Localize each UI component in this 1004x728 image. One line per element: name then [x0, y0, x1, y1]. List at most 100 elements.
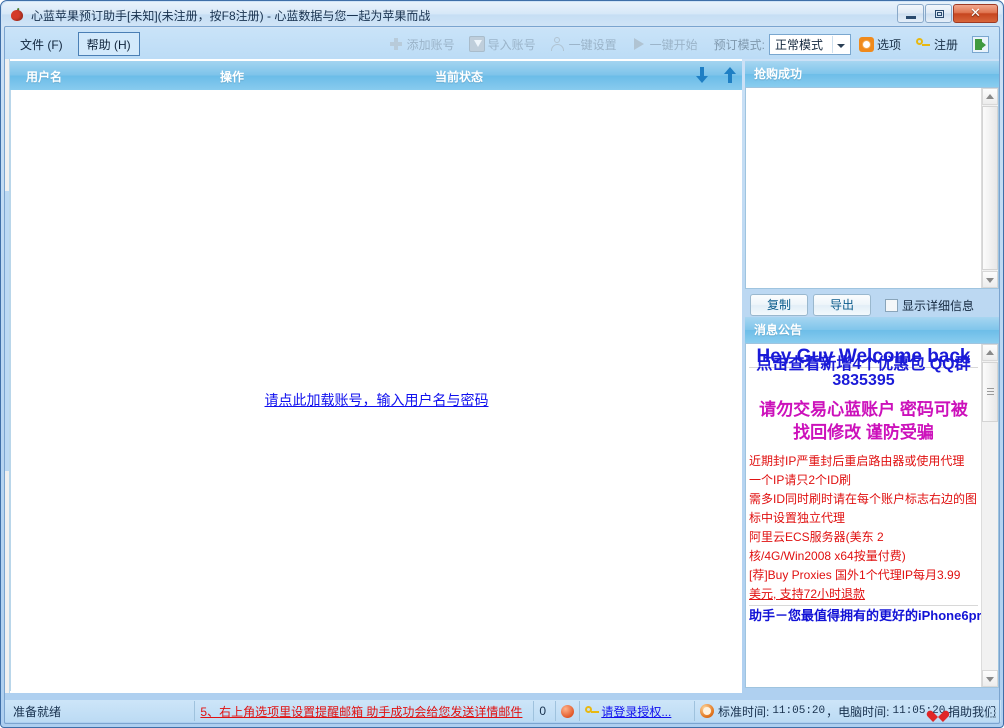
heart-icon	[931, 705, 945, 718]
announcement-note: 核/4G/Win2008 x64按量付费)	[749, 548, 906, 563]
login-link-label: 请登录授权...	[601, 704, 672, 719]
announcement-note: 近期封IP严重封后重启路由器或使用代理	[749, 454, 965, 469]
one-click-start-label: 一键开始	[649, 37, 698, 52]
status-time: 标准时间: 11:05:20 ， 电脑时间: 11:05:20	[693, 701, 945, 721]
chevron-down-icon	[836, 43, 845, 48]
mode-select[interactable]: 正常模式	[768, 33, 851, 55]
result-scroll-thumb[interactable]	[982, 106, 998, 270]
gear-icon	[858, 36, 874, 52]
copy-button[interactable]: 复制	[750, 294, 808, 316]
key-icon	[585, 704, 600, 718]
status-notice-text: 5、右上角选项里设置提醒邮箱 助手成功会给您发送详情邮件	[200, 704, 523, 719]
resize-grip[interactable]	[986, 708, 998, 720]
register-label: 注册	[933, 37, 958, 52]
announcement-note: 一个IP请只2个ID刷	[749, 473, 852, 488]
announcement-qq-line[interactable]: 点击查看新增4个优惠包 QQ群3835395	[749, 356, 978, 390]
close-icon: ✕	[970, 6, 981, 21]
exit-button[interactable]	[966, 32, 995, 56]
announcement-notes: 近期封IP严重封后重启路由器或使用代理 一个IP请只2个ID刷 需多ID同时刷时…	[749, 452, 978, 604]
status-ready: 准备就绪	[13, 704, 62, 719]
result-actions: 复制 导出 显示详细信息	[745, 293, 999, 317]
accounts-pane: 用户名 操作 当前状态 请点此加载账号，输入用户名与密码	[5, 59, 742, 693]
scroll-down-button[interactable]	[982, 271, 998, 288]
load-accounts-link[interactable]: 请点此加载账号，输入用户名与密码	[11, 390, 742, 410]
add-account-label: 添加账号	[406, 37, 455, 52]
add-account-button[interactable]: 添加账号	[382, 32, 461, 56]
menu-help[interactable]: 帮助 (H)	[77, 32, 140, 56]
toolbar-actions: 添加账号 导入账号 一键设置 一键开始 预订模式: 正常模式 选项 注册	[380, 32, 1001, 56]
announcement-panel-title: 消息公告	[745, 317, 999, 343]
mode-label: 预订模式:	[713, 37, 765, 52]
one-click-start-button[interactable]: 一键开始	[625, 32, 704, 56]
combo-separator	[831, 35, 833, 53]
announcement-note: 标中设置独立代理	[749, 510, 846, 525]
person-settings-icon	[550, 36, 566, 52]
announcement-box[interactable]: Hey Guy Welcome back 点击查看新增4个优惠包 QQ群3835…	[745, 343, 999, 688]
options-button[interactable]: 选项	[853, 32, 907, 56]
maximize-icon	[935, 10, 944, 18]
announcement-warning-1: 请勿交易心蓝账户 密码可被	[759, 399, 968, 419]
accounts-table-body: 请点此加载账号，输入用户名与密码	[10, 90, 742, 691]
toolbar: 文件 (F) 帮助 (H) 添加账号 导入账号 一键设置 一键开始 预订模式: …	[5, 29, 1001, 59]
plus-icon	[388, 36, 404, 52]
result-textarea[interactable]	[745, 87, 999, 289]
minimize-icon	[906, 16, 916, 19]
title-bar: 心蓝苹果预订助手[未知](未注册，按F8注册) - 心蓝数据与您一起为苹果而战 …	[2, 2, 1002, 28]
main-content: 用户名 操作 当前状态 请点此加载账号，输入用户名与密码 抢购成功 复制 导出 …	[5, 59, 1001, 693]
show-detail-label: 显示详细信息	[902, 298, 975, 313]
export-button[interactable]: 导出	[813, 294, 871, 316]
column-status: 当前状态	[435, 70, 484, 84]
one-click-setup-label: 一键设置	[568, 37, 617, 52]
accounts-table-header: 用户名 操作 当前状态	[10, 61, 742, 90]
announcement-scroll-up-button[interactable]	[982, 344, 998, 361]
import-icon	[468, 36, 485, 52]
announcement-warning-2: 找回修改 谨防受骗	[793, 422, 934, 442]
arrow-down-icon[interactable]	[696, 67, 708, 84]
maximize-button[interactable]	[925, 4, 952, 23]
circle-indicator-icon	[561, 704, 575, 718]
exit-icon	[972, 35, 989, 53]
result-scrollbar[interactable]	[981, 88, 998, 288]
checkbox-box[interactable]	[885, 298, 898, 312]
column-operation: 操作	[220, 70, 245, 84]
announcement-scrollbar[interactable]	[981, 344, 998, 687]
status-indicator	[555, 701, 579, 721]
announcement-scroll-thumb[interactable]	[982, 362, 998, 422]
window-controls: ✕	[896, 4, 998, 23]
menu-file[interactable]: 文件 (F)	[11, 32, 72, 56]
clock-icon	[699, 704, 714, 718]
show-detail-checkbox[interactable]: 显示详细信息	[885, 297, 974, 314]
announcement-scroll-down-button[interactable]	[982, 670, 998, 687]
status-bar: 准备就绪 5、右上角选项里设置提醒邮箱 助手成功会给您发送详情邮件 0 请登录授…	[5, 700, 1001, 722]
standard-time-value: 11:05:20	[772, 705, 826, 717]
minimize-button[interactable]	[897, 4, 924, 23]
standard-time-label: 标准时间:	[717, 704, 770, 719]
result-panel-title: 抢购成功	[745, 61, 999, 87]
announcement-content: Hey Guy Welcome back 点击查看新增4个优惠包 QQ群3835…	[746, 344, 981, 687]
arrow-up-icon[interactable]	[724, 67, 736, 84]
options-label: 选项	[876, 37, 901, 52]
scroll-up-button[interactable]	[982, 88, 998, 105]
import-account-label: 导入账号	[487, 37, 536, 52]
local-time-label: 电脑时间:	[838, 704, 890, 719]
status-login[interactable]: 请登录授权...	[579, 701, 694, 721]
window-title: 心蓝苹果预订助手[未知](未注册，按F8注册) - 心蓝数据与您一起为苹果而战	[31, 8, 431, 23]
close-button[interactable]: ✕	[953, 4, 998, 23]
column-username: 用户名	[26, 70, 63, 84]
register-button[interactable]: 注册	[909, 32, 964, 56]
announcement-note: 阿里云ECS服务器(美东 2	[749, 529, 884, 544]
import-account-button[interactable]: 导入账号	[463, 32, 542, 56]
play-icon	[631, 36, 647, 52]
announcement-note-link[interactable]: 美元, 支持72小时退款	[749, 585, 978, 604]
left-scroll-thumb[interactable]	[5, 191, 9, 471]
status-count: 0	[533, 701, 555, 721]
apple-icon	[9, 7, 25, 23]
time-separator: ，	[826, 704, 839, 719]
announcement-note-link[interactable]: [荐]Buy Proxies 国外1个代理IP每月3.99	[749, 566, 978, 585]
announcement-last-line[interactable]: 助手－您最值得拥有的更好的iPhone6predict	[749, 604, 981, 625]
announcement-note: 需多ID同时刷时请在每个账户标志右边的图	[749, 492, 978, 507]
status-notice[interactable]: 5、右上角选项里设置提醒邮箱 助手成功会给您发送详情邮件	[194, 701, 533, 721]
one-click-setup-button[interactable]: 一键设置	[544, 32, 623, 56]
application-window: 心蓝苹果预订助手[未知](未注册，按F8注册) - 心蓝数据与您一起为苹果而战 …	[0, 0, 1004, 728]
side-pane: 抢购成功 复制 导出 显示详细信息 消息公告 Hey Guy Welcome b…	[742, 59, 1001, 693]
